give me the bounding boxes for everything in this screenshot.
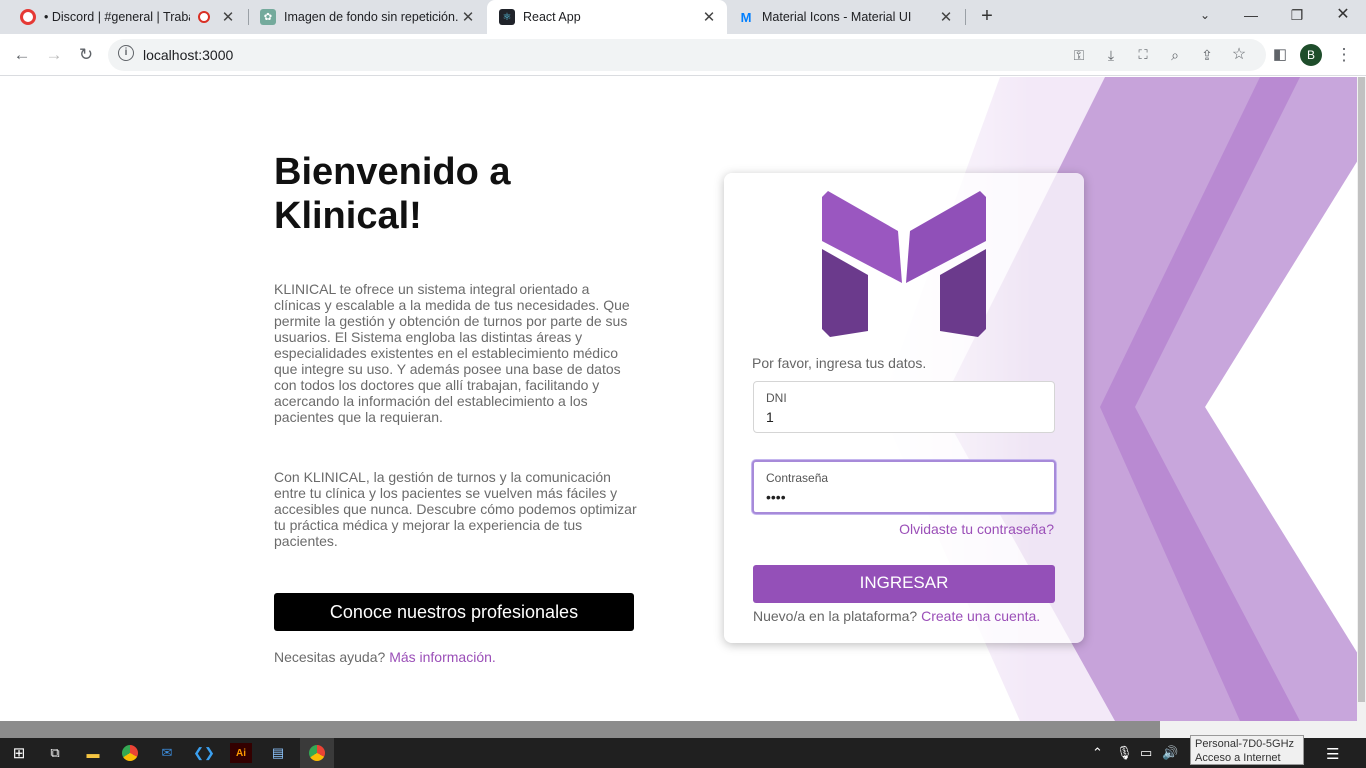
side-panel-icon[interactable]: ◧ [1268, 43, 1292, 67]
more-info-link[interactable]: Más información. [389, 649, 496, 665]
network-tooltip: Personal-7D0-5GHz Acceso a Internet [1190, 735, 1304, 765]
tab-bar: • Discord | #general | Trabajo ✕ ✿ Image… [0, 0, 1366, 34]
profile-avatar[interactable]: B [1300, 44, 1322, 66]
signup-text: Nuevo/a en la plataforma? [753, 608, 918, 624]
tab-discord[interactable]: • Discord | #general | Trabajo ✕ [0, 0, 246, 34]
close-tab-icon[interactable]: ✕ [936, 8, 956, 26]
minimize-icon[interactable]: — [1228, 0, 1274, 30]
battery-icon[interactable]: ▭ [1140, 745, 1152, 761]
translate-icon[interactable]: ⛶ [1131, 43, 1155, 67]
discord-icon [20, 9, 36, 25]
horizontal-scrollbar[interactable] [0, 721, 1366, 738]
professionals-button[interactable]: Conoce nuestros profesionales [274, 593, 634, 631]
mail-icon[interactable]: ✉ [156, 743, 178, 763]
key-icon[interactable]: ⚿ [1067, 43, 1091, 67]
login-prompt: Por favor, ingresa tus datos. [752, 355, 927, 371]
signup-line: Nuevo/a en la plataforma? Create una cue… [753, 608, 1040, 624]
tab-title: Material Icons - Material UI [762, 10, 912, 24]
network-status: Acceso a Internet [1195, 752, 1281, 764]
windows-start-icon[interactable]: ⊞ [8, 743, 30, 763]
tab-search-icon[interactable]: ⌄ [1182, 0, 1228, 30]
page-title: Bienvenido a Klinical! [274, 151, 511, 237]
intro-paragraph: KLINICAL te ofrece un sistema integral o… [274, 281, 630, 425]
zoom-icon[interactable]: ⌕ [1163, 43, 1187, 67]
volume-icon[interactable]: 🔊 [1162, 745, 1178, 761]
close-tab-icon[interactable]: ✕ [218, 8, 238, 26]
task-view-icon[interactable]: ⧉ [44, 743, 66, 763]
create-account-link[interactable]: Create una cuenta. [921, 608, 1040, 624]
address-bar[interactable]: i localhost:3000 ⚿ ⤓ ⛶ ⌕ ⇪ ☆ [108, 39, 1266, 71]
tab-chatgpt[interactable]: ✿ Imagen de fondo sin repetición. ✕ [250, 0, 486, 34]
network-name: Personal-7D0-5GHz [1195, 738, 1295, 750]
forward-icon[interactable]: → [42, 43, 66, 67]
site-info-icon[interactable]: i [118, 45, 134, 61]
password-field[interactable]: Contraseña •••• [752, 460, 1056, 514]
page-viewport: Bienvenido a Klinical! KLINICAL te ofrec… [0, 77, 1366, 721]
file-explorer-icon[interactable]: ▬ [82, 743, 104, 763]
notifications-icon[interactable]: ☰ [1326, 745, 1339, 763]
login-card: Por favor, ingresa tus datos. DNI 1 Cont… [724, 173, 1084, 643]
tab-react-app[interactable]: ⚛ React App ✕ [487, 0, 727, 34]
close-tab-icon[interactable]: ✕ [699, 8, 719, 26]
background-chevron-graphic [860, 77, 1366, 721]
browser-toolbar: ← → ↻ i localhost:3000 ⚿ ⤓ ⛶ ⌕ ⇪ ☆ ◧ B ⋮ [0, 34, 1366, 76]
share-icon[interactable]: ⇪ [1195, 43, 1219, 67]
chrome-active-icon[interactable] [300, 738, 334, 768]
help-text: Necesitas ayuda? [274, 649, 386, 665]
password-label: Contraseña [766, 471, 829, 485]
vscode-icon[interactable]: ❮❯ [193, 743, 215, 763]
help-line: Necesitas ayuda? Más información. [274, 649, 496, 665]
close-tab-icon[interactable]: ✕ [458, 8, 478, 26]
dni-field[interactable]: DNI 1 [753, 381, 1055, 433]
tray-chevron-icon[interactable]: ⌃ [1092, 745, 1103, 761]
chrome-icon[interactable] [119, 743, 141, 763]
bookmark-star-icon[interactable]: ☆ [1227, 43, 1251, 67]
menu-icon[interactable]: ⋮ [1332, 43, 1356, 67]
password-value[interactable]: •••• [766, 489, 786, 505]
forgot-password-link[interactable]: Olvidaste tu contraseña? [899, 521, 1054, 537]
dni-value[interactable]: 1 [766, 409, 774, 425]
vertical-scrollbar[interactable] [1357, 77, 1366, 721]
reload-icon[interactable]: ↻ [74, 43, 98, 67]
illustrator-icon[interactable]: Ai [230, 743, 252, 763]
horizontal-scroll-thumb[interactable] [0, 721, 1160, 738]
chatgpt-icon: ✿ [260, 9, 276, 25]
microphone-icon[interactable]: 🎙 [1116, 745, 1133, 761]
login-submit-button[interactable]: INGRESAR [753, 565, 1055, 603]
tab-title: React App [523, 10, 581, 24]
install-icon[interactable]: ⤓ [1099, 43, 1123, 67]
new-tab-button[interactable]: + [976, 4, 998, 28]
notepad-icon[interactable]: ▤ [267, 743, 289, 763]
tab-title: Imagen de fondo sin repetición. [284, 10, 458, 24]
restore-icon[interactable]: ❐ [1274, 0, 1320, 30]
tab-title: • Discord | #general | Trabajo [44, 10, 190, 24]
tab-material-icons[interactable]: M Material Icons - Material UI ✕ [728, 0, 964, 34]
benefits-paragraph: Con KLINICAL, la gestión de turnos y la … [274, 469, 637, 549]
windows-taskbar: ⊞ ⧉ ▬ ✉ ❮❯ Ai ▤ ⌃ 🎙 ▭ 🔊 ☰ [0, 738, 1366, 768]
recording-icon [198, 11, 210, 23]
dni-label: DNI [766, 391, 787, 405]
back-icon[interactable]: ← [10, 43, 34, 67]
close-window-icon[interactable]: ✕ [1320, 0, 1366, 30]
url-text[interactable]: localhost:3000 [143, 47, 233, 63]
klinical-logo [822, 191, 986, 337]
mui-icon: M [740, 9, 752, 25]
vertical-scroll-thumb[interactable] [1358, 77, 1365, 702]
react-icon: ⚛ [499, 9, 515, 25]
